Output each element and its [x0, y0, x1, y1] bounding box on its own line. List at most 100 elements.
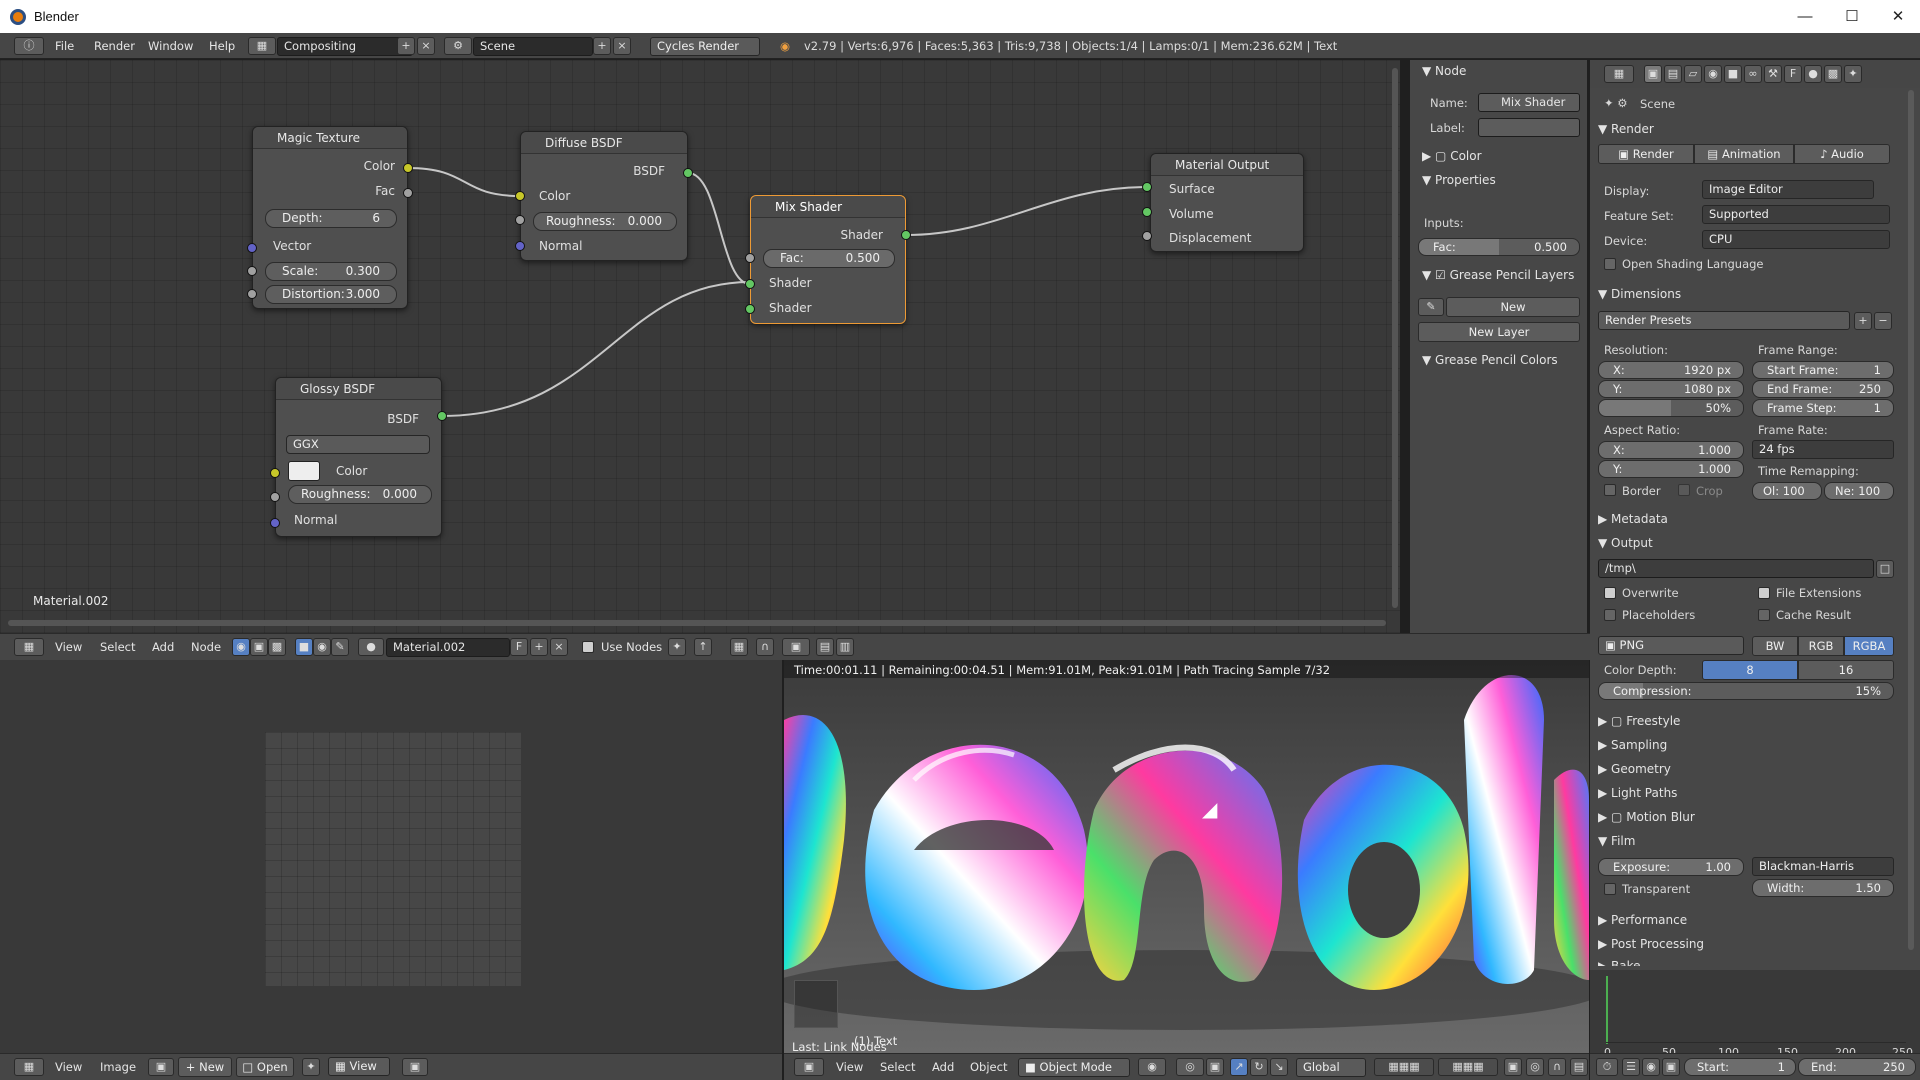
- start-frame-field[interactable]: Start: 1: [1684, 1058, 1796, 1076]
- snap-element-icon[interactable]: ▣: [782, 638, 810, 656]
- motion-blur-section-header[interactable]: ▶ ▢ Motion Blur: [1598, 810, 1695, 824]
- socket-output-shader[interactable]: [901, 230, 911, 240]
- object-shader-icon[interactable]: ■: [295, 638, 313, 656]
- freestyle-section-header[interactable]: ▶ ▢ Freestyle: [1598, 714, 1680, 728]
- shader-nodes-icon[interactable]: ◉: [232, 638, 250, 656]
- linestyle-shader-icon[interactable]: ✎: [331, 638, 349, 656]
- interaction-mode-dropdown[interactable]: ■ Object Mode: [1018, 1058, 1130, 1077]
- start-frame-field[interactable]: Start Frame: 1: [1752, 361, 1894, 379]
- socket-input-fac[interactable]: [745, 253, 755, 263]
- horizontal-scrollbar[interactable]: [8, 620, 1386, 626]
- socket-input-surface[interactable]: [1142, 182, 1152, 192]
- bw-button[interactable]: BW: [1752, 636, 1798, 656]
- paste-icon[interactable]: ▥: [836, 638, 854, 656]
- rotate-icon[interactable]: ↻: [1250, 1058, 1268, 1076]
- audio-button[interactable]: ♪ Audio: [1794, 144, 1890, 164]
- output-path-field[interactable]: /tmp\: [1598, 559, 1874, 578]
- sampling-section-header[interactable]: ▶ Sampling: [1598, 738, 1667, 752]
- render-preview-icon[interactable]: ▤: [1570, 1058, 1588, 1076]
- render-engine-dropdown[interactable]: Cycles Render: [650, 37, 760, 56]
- pin-icon[interactable]: ✦: [302, 1058, 320, 1076]
- translate-icon[interactable]: ↗: [1230, 1058, 1248, 1076]
- layers-grid-2[interactable]: ▦▦▦: [1438, 1058, 1498, 1076]
- menu-view[interactable]: View: [55, 637, 82, 657]
- end-frame-field[interactable]: End Frame: 250: [1752, 380, 1894, 398]
- remove-scene-icon[interactable]: ×: [613, 37, 631, 55]
- fac-slider[interactable]: Fac: 0.500: [763, 249, 895, 268]
- magnet-icon[interactable]: ∩: [756, 638, 774, 656]
- socket-input-distortion[interactable]: [247, 289, 257, 299]
- time-old-field[interactable]: Ol: 100: [1752, 482, 1822, 500]
- pin-icon[interactable]: ✦ ⚙: [1604, 96, 1628, 110]
- render-layers-tab-icon[interactable]: ▤: [1664, 65, 1682, 83]
- light-paths-section-header[interactable]: ▶ Light Paths: [1598, 786, 1677, 800]
- frame-rate-dropdown[interactable]: 24 fps: [1752, 440, 1894, 459]
- node-section-header[interactable]: ▼ Node: [1422, 64, 1466, 78]
- menu-select[interactable]: Select: [100, 637, 135, 657]
- overwrite-checkbox[interactable]: [1604, 587, 1616, 599]
- editor-type-icon[interactable]: ▣: [794, 1058, 824, 1076]
- editor-type-icon[interactable]: ▦: [14, 1058, 44, 1076]
- rgba-button[interactable]: RGBA: [1844, 636, 1894, 656]
- pencil-icon[interactable]: ✎: [1418, 298, 1444, 316]
- menu-icon[interactable]: ☰: [1622, 1058, 1640, 1076]
- filter-dropdown[interactable]: Blackman-Harris: [1752, 857, 1894, 876]
- socket-input-color[interactable]: [270, 468, 280, 478]
- remove-preset-icon[interactable]: −: [1874, 312, 1892, 330]
- properties-scrollbar[interactable]: [1908, 90, 1914, 950]
- view-mode-dropdown[interactable]: ▦ View: [328, 1057, 390, 1076]
- rgb-button[interactable]: RGB: [1798, 636, 1844, 656]
- film-section-header[interactable]: ▼ Film: [1598, 834, 1635, 848]
- crop-checkbox[interactable]: [1678, 484, 1690, 496]
- node-diffuse-bsdf[interactable]: Diffuse BSDF BSDF Color Roughness: 0.000 …: [520, 131, 688, 261]
- output-section-header[interactable]: ▼ Output: [1598, 536, 1653, 550]
- add-scene-icon[interactable]: +: [593, 37, 611, 55]
- add-screen-icon[interactable]: +: [397, 37, 415, 55]
- node-mix-shader[interactable]: Mix Shader Shader Fac: 0.500 Shader Shade…: [750, 195, 906, 324]
- socket-input-shader1[interactable]: [745, 279, 755, 289]
- modifiers-tab-icon[interactable]: ⚒: [1764, 65, 1782, 83]
- socket-input-roughness[interactable]: [270, 492, 280, 502]
- properties-section-header[interactable]: ▼ Properties: [1422, 173, 1496, 187]
- socket-input-volume[interactable]: [1142, 207, 1152, 217]
- world-tab-icon[interactable]: ◉: [1704, 65, 1722, 83]
- proportional-icon[interactable]: ◎: [1526, 1058, 1544, 1076]
- texture-nodes-icon[interactable]: ▩: [268, 638, 286, 656]
- physics-tab-icon[interactable]: ✦: [1844, 65, 1862, 83]
- aspect-y-field[interactable]: Y: 1.000: [1598, 460, 1744, 478]
- depth-8-button[interactable]: 8: [1702, 660, 1798, 680]
- menu-view[interactable]: View: [55, 1057, 82, 1077]
- compression-field[interactable]: Compression: 15%: [1598, 682, 1894, 700]
- scale-slider[interactable]: Scale: 0.300: [265, 262, 397, 281]
- socket-input-vector[interactable]: [247, 243, 257, 253]
- socket-input-roughness[interactable]: [515, 215, 525, 225]
- manipulator-icon[interactable]: ▣: [1206, 1058, 1224, 1076]
- file-extensions-checkbox[interactable]: [1758, 587, 1770, 599]
- animation-button[interactable]: ▤ Animation: [1694, 144, 1794, 164]
- menu-help[interactable]: Help: [209, 36, 235, 56]
- image-browse-icon[interactable]: ▣: [148, 1058, 174, 1076]
- pin-icon[interactable]: ✦: [668, 638, 686, 656]
- use-nodes-checkbox[interactable]: [582, 641, 594, 653]
- screen-layout-icon[interactable]: ▦: [248, 37, 276, 55]
- node-label-field[interactable]: [1478, 118, 1580, 137]
- remove-screen-icon[interactable]: ×: [417, 37, 435, 55]
- fake-user-button[interactable]: F: [510, 638, 528, 656]
- add-preset-icon[interactable]: +: [1854, 312, 1872, 330]
- open-image-button[interactable]: □ Open: [236, 1057, 294, 1077]
- file-format-dropdown[interactable]: ▣ PNG: [1598, 636, 1744, 655]
- lock-icon[interactable]: ▣: [1662, 1058, 1680, 1076]
- socket-input-scale[interactable]: [247, 266, 257, 276]
- scene-icon[interactable]: ⚙: [444, 37, 472, 55]
- dimensions-section-header[interactable]: ▼ Dimensions: [1598, 287, 1681, 301]
- geometry-section-header[interactable]: ▶ Geometry: [1598, 762, 1671, 776]
- copy-icon[interactable]: ▤: [816, 638, 834, 656]
- resolution-y-field[interactable]: Y: 1080 px: [1598, 380, 1744, 398]
- transparent-checkbox[interactable]: [1604, 883, 1616, 895]
- end-frame-field[interactable]: End: 250: [1798, 1058, 1916, 1076]
- post-processing-section-header[interactable]: ▶ Post Processing: [1598, 937, 1704, 951]
- go-parent-icon[interactable]: ↑: [694, 638, 712, 656]
- snap-icon[interactable]: ∩: [1548, 1058, 1566, 1076]
- menu-object[interactable]: Object: [970, 1057, 1007, 1077]
- editor-type-icon[interactable]: ▦: [1604, 65, 1634, 83]
